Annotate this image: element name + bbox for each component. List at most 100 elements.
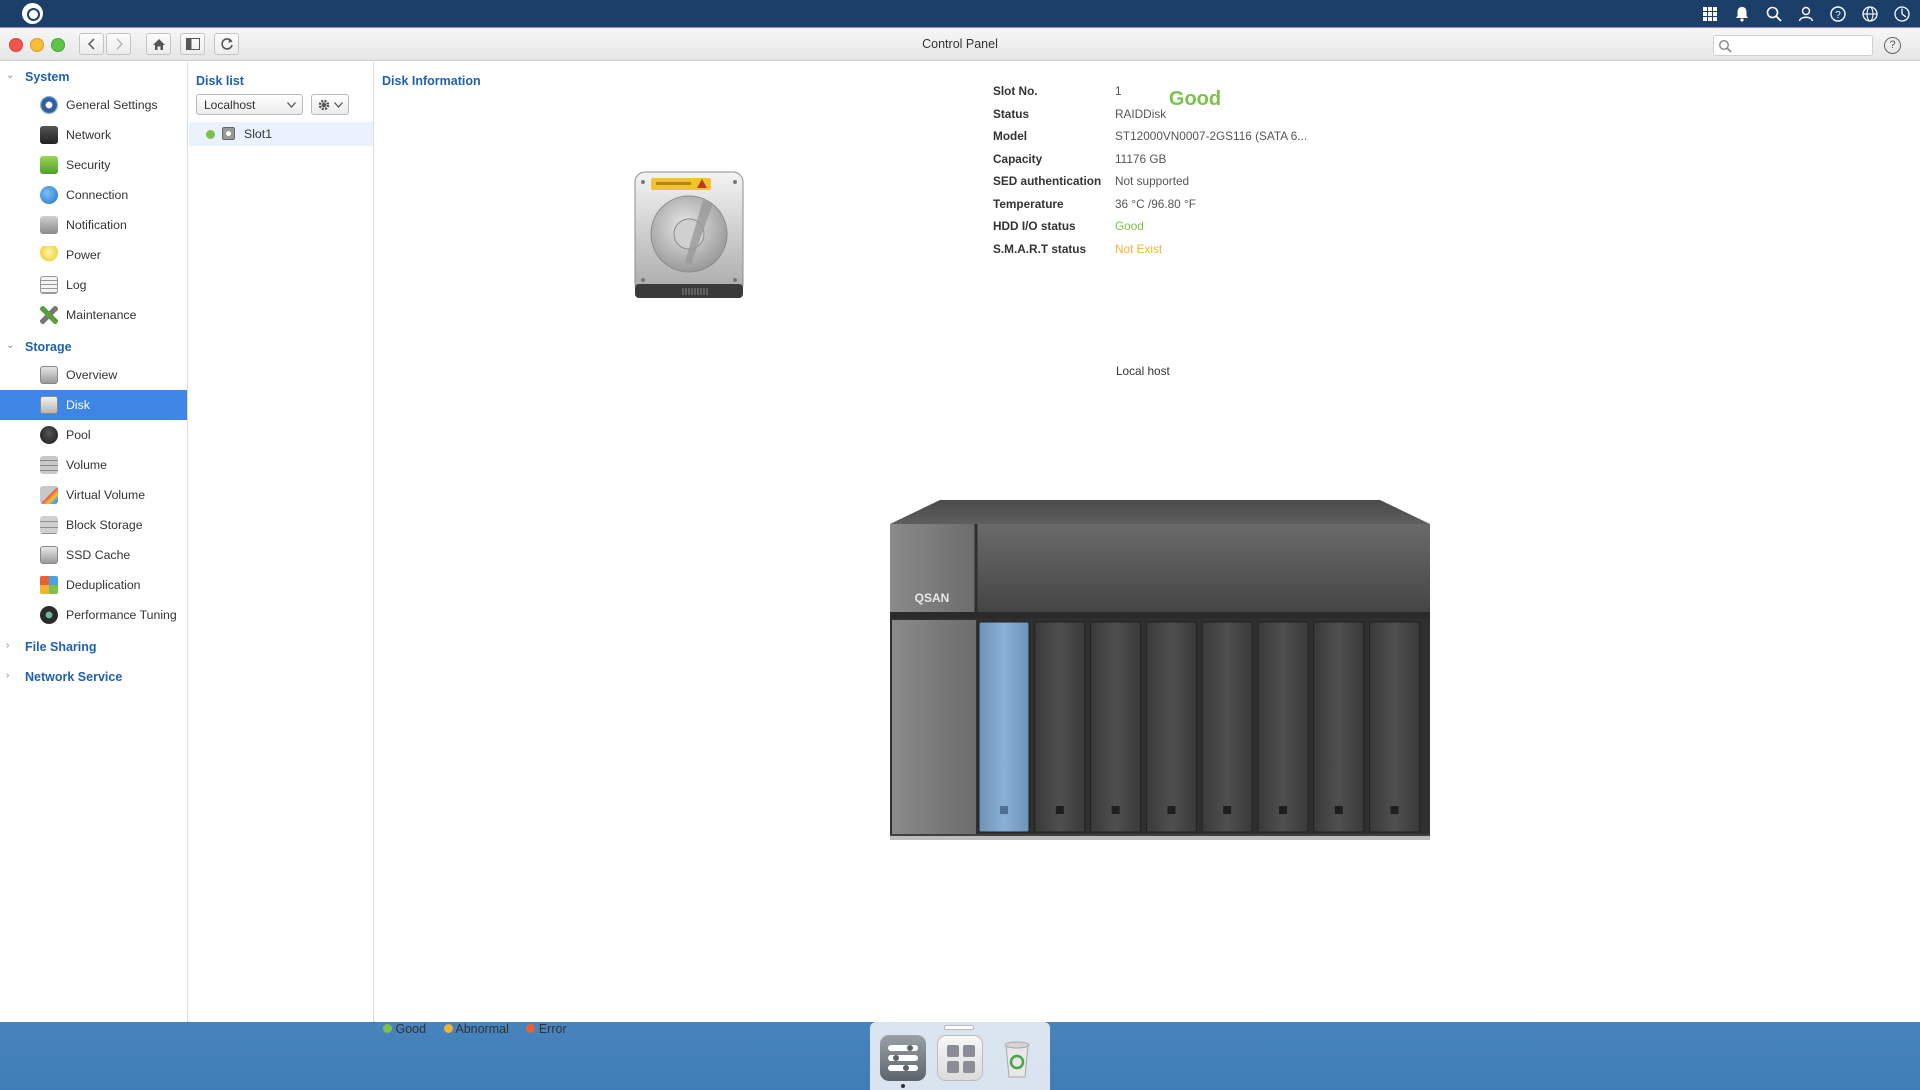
sidebar-item-connection[interactable]: Connection [0,180,187,210]
gear-icon [40,96,58,114]
overview-icon [40,366,58,384]
sidebar-item-virtual-volume[interactable]: Virtual Volume [0,480,187,510]
search-input[interactable] [1713,35,1873,56]
info-row-temperature: Temperature 36 °C /96.80 °F [993,197,1393,219]
drive-bay-latch-2 [1055,806,1064,814]
drive-bay-7[interactable] [1313,621,1365,833]
sidebar-item-volume[interactable]: Volume [0,450,187,480]
help-button[interactable]: ? [1884,37,1901,54]
info-value: 1 [1115,84,1122,98]
help-icon[interactable]: ? [1826,2,1850,26]
user-icon[interactable] [1794,2,1818,26]
sidebar-item-network[interactable]: Network [0,120,187,150]
sidebar-item-deduplication[interactable]: Deduplication [0,570,187,600]
language-globe-icon[interactable] [1858,2,1882,26]
sidebar-section-network-service[interactable]: › Network Service [0,664,188,690]
dedup-icon [40,576,58,594]
disk-settings-menu-button[interactable] [311,94,349,115]
device-brand-label: QSAN [915,591,950,605]
info-value: ST12000VN0007-2GS116 (SATA 6... [1115,129,1308,143]
gauge-icon [40,606,58,624]
sidebar-item-disk[interactable]: Disk [0,390,187,420]
window-title-bar: Control Panel ? [0,28,1920,61]
bell-icon [40,216,58,234]
info-row-smart-status: S.M.A.R.T status Not Exist [993,242,1393,264]
drive-bay-latch-5 [1223,806,1232,814]
lock-icon [40,156,58,174]
sidebar-item-power[interactable]: Power [0,240,187,270]
info-row-model: Model ST12000VN0007-2GS116 (SATA 6... [993,129,1393,151]
drive-bay-3[interactable] [1090,621,1142,833]
sidebar-item-security[interactable]: Security [0,150,187,180]
disk-list-item[interactable]: Slot1 [189,122,373,146]
sidebar-item-ssd-cache[interactable]: SSD Cache [0,540,187,570]
sidebar-item-label: Security [66,158,111,172]
section-title: System [25,70,70,84]
dock-handle[interactable] [944,1025,974,1030]
sidebar-item-pool[interactable]: Pool [0,420,187,450]
drive-bay-5[interactable] [1201,621,1253,833]
legend-label: Abnormal [455,1022,509,1036]
sidebar-item-label: Virtual Volume [66,488,146,502]
sidebar-item-label: General Settings [66,98,158,112]
sidebar-section-file-sharing[interactable]: › File Sharing [0,634,188,660]
search-icon[interactable] [1762,2,1786,26]
info-row-sed-authentication: SED authentication Not supported [993,174,1393,196]
drive-bay-latch-1 [1000,806,1008,814]
drive-bay-2[interactable] [1034,621,1086,833]
chevron-down-icon: ⌄ [6,340,15,351]
sidebar-item-notification[interactable]: Notification [0,210,187,240]
section-title: Storage [25,340,72,354]
sidebar-item-label: Disk [66,398,90,412]
drive-bay-1[interactable] [978,621,1030,833]
drive-bay-latch-3 [1111,806,1120,814]
status-good-dot [206,130,215,139]
drive-bay-latch-8 [1390,806,1399,814]
sidebar-item-block-storage[interactable]: Block Storage [0,510,187,540]
recycle-bin-icon[interactable] [994,1035,1040,1081]
sidebar-item-label: Block Storage [66,518,143,532]
taskbar-dock [870,1022,1050,1090]
disk-information-panel: Disk Information Good Slot No. 1 Status RA… [375,62,1920,1036]
sidebar-item-general-settings[interactable]: General Settings [0,90,187,120]
sidebar-item-log[interactable]: Log [0,270,187,300]
legend-label: Error [538,1022,567,1036]
sidebar-item-label: SSD Cache [66,548,131,562]
sidebar-section-system[interactable]: ⌄ System [0,64,188,90]
control-panel-app-icon[interactable] [880,1035,926,1081]
sidebar-section-storage[interactable]: ⌄ Storage [0,334,188,360]
host-select-value: Localhost [204,98,256,112]
drive-bay-6[interactable] [1257,621,1309,833]
sidebar-item-performance-tuning[interactable]: Performance Tuning [0,600,187,630]
info-value: Not supported [1115,174,1190,188]
drive-bay-8[interactable] [1369,621,1421,833]
sidebar-item-overview[interactable]: Overview [0,360,187,390]
qsan-logo-icon[interactable] [22,3,43,24]
drive-bay-latch-7 [1334,806,1343,814]
legend-dot-good [383,1024,392,1033]
chevron-down-icon [287,102,296,108]
sidebar-item-maintenance[interactable]: Maintenance [0,300,187,330]
control-panel-window: Control Panel ? ⌄ System General Setting… [0,28,1920,1036]
sidebar-item-label: Performance Tuning [66,608,177,622]
apps-grid-icon[interactable] [1698,2,1722,26]
log-icon [40,276,58,294]
system-top-bar: ? [0,0,1920,27]
panel-title: Disk Information [382,74,481,88]
running-indicator [901,1084,905,1088]
info-key: Temperature [993,196,1064,211]
app-center-icon[interactable] [937,1035,983,1081]
info-key: Capacity [993,151,1043,166]
dashboard-icon[interactable] [1890,2,1914,26]
host-select[interactable]: Localhost [196,94,303,115]
tools-icon [40,306,58,324]
sidebar-item-label: Volume [66,458,108,472]
drive-bay-latch-4 [1167,806,1176,814]
info-key: HDD I/O status [993,219,1076,233]
bell-icon[interactable] [1730,2,1754,26]
chevron-down-icon: ⌄ [6,70,15,81]
legend-item-good: Good [383,1022,426,1036]
sidebar-item-label: Deduplication [66,578,141,592]
info-row-capacity: Capacity 11176 GB [993,152,1393,174]
drive-bay-4[interactable] [1145,621,1197,833]
